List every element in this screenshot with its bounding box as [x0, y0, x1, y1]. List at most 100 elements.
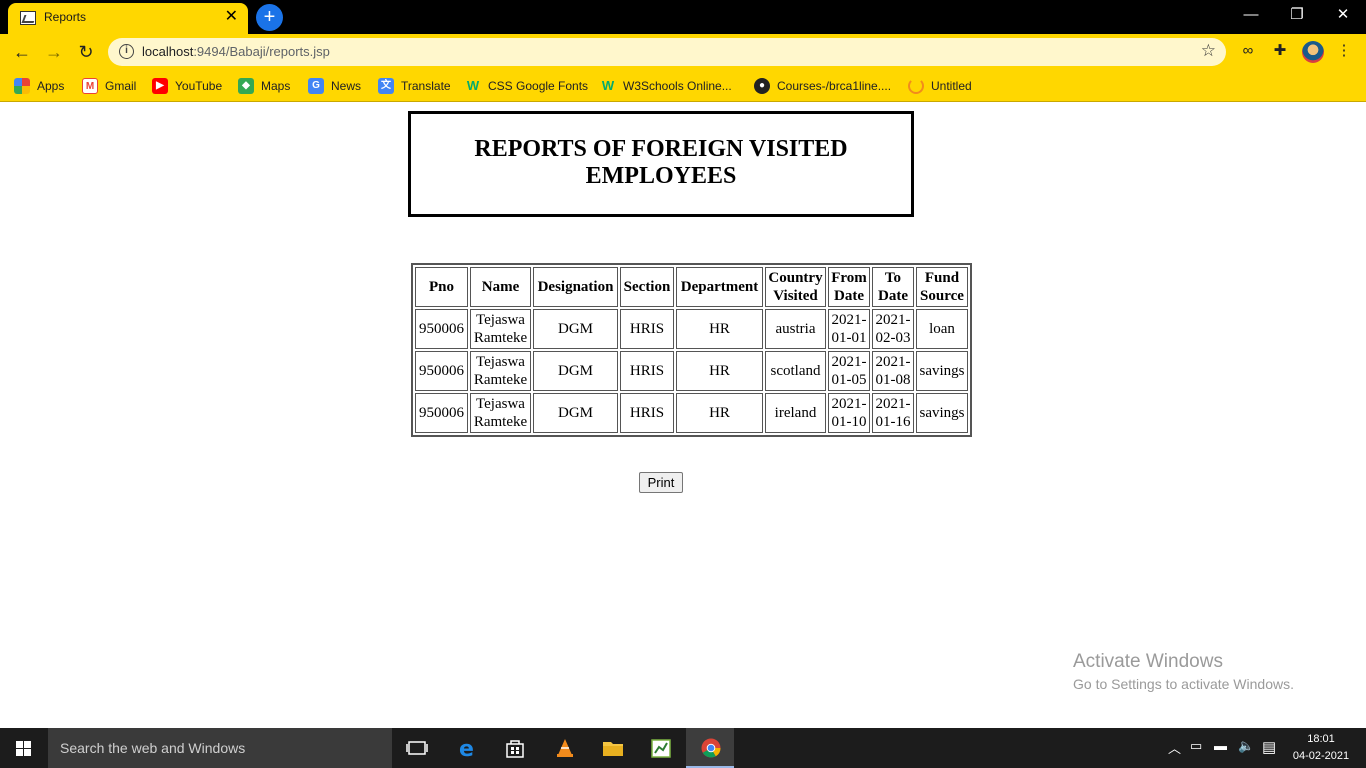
network-icon[interactable]: ▭ — [1190, 738, 1202, 754]
page-content: REPORTS OF FOREIGN VISITED EMPLOYEES Pno… — [0, 103, 1366, 728]
taskbar-file-explorer[interactable] — [588, 728, 636, 768]
w3schools-icon: W — [466, 78, 480, 93]
news-icon: G — [308, 78, 324, 94]
taskbar-search-box[interactable]: Search the web and Windows — [48, 728, 392, 768]
table-cell: loan — [916, 309, 968, 349]
table-cell: HR — [676, 351, 763, 391]
show-hidden-icons-chevron-icon[interactable]: ︿ — [1168, 738, 1181, 757]
apps-grid-icon — [14, 78, 30, 94]
address-bar[interactable]: i localhost:9494/Babaji/reports.jsp ☆ — [108, 38, 1226, 66]
start-button[interactable] — [0, 728, 48, 768]
watermark-line2: Go to Settings to activate Windows. — [1073, 676, 1294, 692]
activate-windows-watermark: Activate Windows Go to Settings to activ… — [1073, 651, 1294, 695]
bookmarks-bar: Apps M Gmail ▶ YouTube ◆ Maps G News 文 T… — [0, 70, 1366, 102]
table-cell: 950006 — [415, 351, 468, 391]
table-cell: DGM — [533, 309, 618, 349]
column-header: Section — [620, 267, 674, 307]
bookmark-css-google-fonts[interactable]: W CSS Google Fonts — [465, 77, 588, 95]
forward-arrow-icon[interactable]: → — [42, 40, 66, 64]
battery-icon[interactable]: ▬ — [1214, 738, 1227, 753]
table-cell: ireland — [765, 393, 826, 433]
report-title-box: REPORTS OF FOREIGN VISITED EMPLOYEES — [408, 111, 914, 217]
restore-icon[interactable]: ❐ — [1274, 0, 1320, 32]
taskbar-clock[interactable]: 18:01 04-02-2021 — [1290, 731, 1352, 765]
loading-icon — [908, 78, 924, 94]
print-button[interactable]: Print — [639, 472, 683, 493]
bookmark-translate[interactable]: 文 Translate — [378, 77, 451, 95]
url-text[interactable]: localhost:9494/Babaji/reports.jsp — [142, 44, 330, 59]
w3schools-icon: W — [601, 78, 615, 93]
profile-avatar[interactable] — [1302, 41, 1324, 63]
new-tab-plus-icon[interactable]: + — [256, 4, 283, 31]
bookmark-label: W3Schools Online... — [623, 79, 732, 93]
windows-taskbar: Search the web and Windows e ︿ ▭ ▬ 🔈 18:… — [0, 728, 1366, 768]
report-table: Pno Name Designation Section Department … — [411, 263, 972, 437]
url-host: localhost — [142, 44, 194, 59]
table-cell: scotland — [765, 351, 826, 391]
chrome-icon — [701, 738, 721, 758]
table-cell: HRIS — [620, 393, 674, 433]
column-header: Designation — [533, 267, 618, 307]
table-cell: savings — [916, 393, 968, 433]
incognito-extension-icon[interactable]: ∞ — [1238, 41, 1258, 61]
page-favicon-icon — [20, 11, 36, 25]
browser-tab-reports[interactable]: Reports ✕ — [8, 3, 248, 34]
notepad-chart-icon — [651, 739, 671, 758]
table-cell: 2021-01-10 — [828, 393, 870, 433]
bookmark-label: Untitled — [931, 79, 972, 93]
search-placeholder: Search the web and Windows — [60, 740, 246, 756]
bookmark-apps[interactable]: Apps — [14, 77, 64, 95]
taskbar-vlc[interactable] — [540, 728, 588, 768]
taskbar-store[interactable] — [490, 728, 538, 768]
bookmark-label: Translate — [401, 79, 451, 93]
bookmark-gmail[interactable]: M Gmail — [82, 77, 136, 95]
chrome-menu-icon[interactable]: ⋮ — [1334, 41, 1354, 61]
bookmark-label: YouTube — [175, 79, 223, 93]
bookmark-w3schools[interactable]: W W3Schools Online... — [600, 77, 732, 95]
folder-icon — [603, 742, 623, 756]
table-cell: 2021-01-08 — [872, 351, 914, 391]
windows-logo-icon — [16, 741, 32, 756]
tab-close-icon[interactable]: ✕ — [225, 8, 238, 26]
bookmark-news[interactable]: G News — [308, 77, 361, 95]
translate-icon: 文 — [378, 78, 394, 94]
reload-icon[interactable]: ↻ — [74, 40, 98, 64]
edge-icon: e — [459, 738, 474, 758]
table-cell: 2021-01-16 — [872, 393, 914, 433]
minimize-icon[interactable]: — — [1228, 0, 1274, 32]
gmail-icon: M — [82, 78, 98, 94]
bookmark-youtube[interactable]: ▶ YouTube — [152, 77, 222, 95]
bookmark-untitled[interactable]: Untitled — [908, 77, 972, 95]
table-cell: Tejaswa Ramteke — [470, 393, 531, 433]
bookmark-maps[interactable]: ◆ Maps — [238, 77, 290, 95]
column-header: Pno — [415, 267, 468, 307]
extensions-puzzle-icon[interactable]: ✚ — [1270, 41, 1290, 61]
close-window-icon[interactable]: ✕ — [1320, 0, 1366, 32]
table-cell: Tejaswa Ramteke — [470, 351, 531, 391]
column-header: Department — [676, 267, 763, 307]
column-header: To Date — [872, 267, 914, 307]
table-cell: DGM — [533, 351, 618, 391]
taskbar-edge[interactable]: e — [442, 728, 490, 768]
table-cell: 950006 — [415, 309, 468, 349]
svg-text:e: e — [459, 738, 474, 758]
watermark-line1: Activate Windows — [1073, 651, 1223, 672]
site-info-icon[interactable]: i — [119, 44, 134, 59]
taskbar-notepad-app[interactable] — [636, 728, 684, 768]
column-header: Name — [470, 267, 531, 307]
column-header: Country Visited — [765, 267, 826, 307]
vlc-cone-icon — [557, 739, 573, 757]
task-view-button[interactable] — [392, 728, 440, 768]
table-cell: 2021-01-01 — [828, 309, 870, 349]
bookmark-label: Apps — [37, 79, 65, 93]
volume-icon[interactable]: 🔈 — [1238, 738, 1254, 754]
action-center-icon[interactable]: ▤ — [1262, 738, 1276, 756]
back-arrow-icon[interactable]: ← — [10, 40, 34, 64]
bookmark-courses[interactable]: ● Courses-/brca1line.... — [754, 77, 891, 95]
bookmark-label: News — [331, 79, 362, 93]
column-header: From Date — [828, 267, 870, 307]
table-cell: HRIS — [620, 309, 674, 349]
bookmark-star-icon[interactable]: ☆ — [1201, 41, 1216, 61]
taskbar-chrome[interactable] — [686, 728, 734, 768]
table-cell: 950006 — [415, 393, 468, 433]
